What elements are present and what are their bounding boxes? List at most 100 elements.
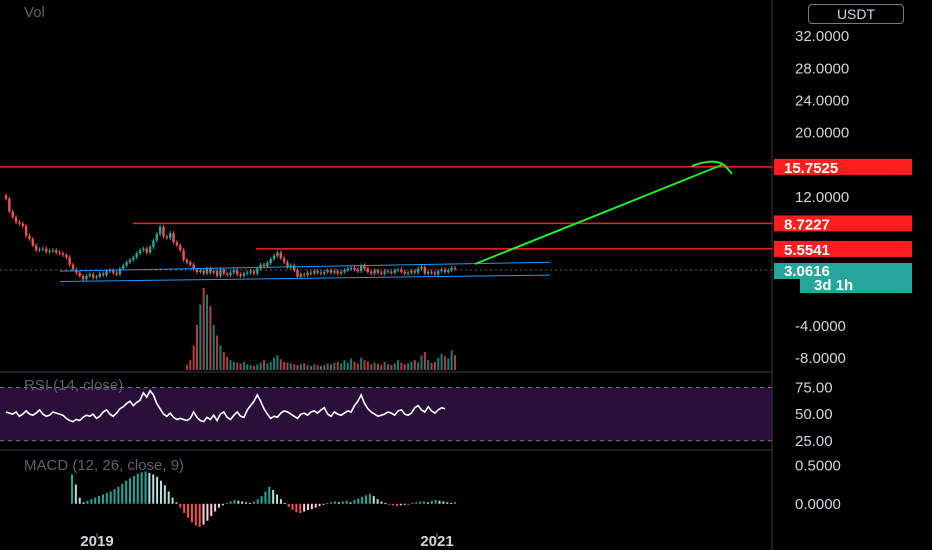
volume-bar xyxy=(226,356,229,370)
candle-body xyxy=(349,267,353,269)
volume-bar xyxy=(343,360,346,370)
macd-bar xyxy=(295,503,298,513)
macd-bar xyxy=(94,497,97,504)
rsi-axis-ticks: 75.00 50.00 25.00 xyxy=(795,379,833,449)
price-tick-label: 20.0000 xyxy=(795,125,849,142)
candle-body xyxy=(413,271,416,273)
rsi-tick-label: 75.00 xyxy=(795,379,833,396)
candle-body xyxy=(8,198,11,212)
macd-bar xyxy=(268,486,271,504)
macd-bar xyxy=(403,503,406,505)
candle-body xyxy=(165,236,169,239)
macd-bar xyxy=(190,503,193,523)
level-tag-label: 8.7227 xyxy=(784,216,830,233)
arrow-head xyxy=(691,160,733,175)
macd-bar xyxy=(384,503,387,505)
candle-body xyxy=(195,269,199,272)
candle-body xyxy=(31,238,35,246)
macd-bar xyxy=(434,499,437,504)
macd-bar xyxy=(411,503,414,505)
macd-bar xyxy=(419,501,422,504)
volume-bar xyxy=(450,350,453,370)
currency-selector[interactable]: USDT xyxy=(808,4,904,24)
macd-bar xyxy=(225,503,228,505)
volume-bar xyxy=(393,363,396,370)
price-tick-label: 24.0000 xyxy=(795,93,849,110)
candle-body xyxy=(296,270,299,277)
macd-bar xyxy=(341,501,344,504)
candle-body xyxy=(242,273,246,276)
candle-body xyxy=(353,267,356,270)
volume-bar xyxy=(373,362,376,370)
candle-body xyxy=(152,240,155,247)
volume-bar xyxy=(380,365,383,370)
macd-bar xyxy=(202,503,205,525)
candle-body xyxy=(185,259,189,263)
volume-bar xyxy=(350,358,353,370)
candle-body xyxy=(306,272,309,276)
macd-bar xyxy=(163,485,166,504)
volume-bar xyxy=(216,335,219,370)
macd-bar xyxy=(334,501,337,504)
candle-body xyxy=(437,271,440,275)
volume-bar xyxy=(303,363,306,370)
volume-bar xyxy=(356,363,359,370)
candle-body xyxy=(292,265,296,271)
candle-body xyxy=(440,269,443,272)
candle-body xyxy=(58,252,61,254)
candle-body xyxy=(393,270,396,273)
macd-bar xyxy=(337,502,340,504)
macd-bar xyxy=(159,480,162,504)
volume-bar xyxy=(397,360,400,370)
candle-body xyxy=(125,262,128,266)
candle-body xyxy=(309,272,313,274)
price-tick-label: -4.0000 xyxy=(795,318,846,335)
candle-body xyxy=(396,269,400,271)
macd-bar xyxy=(345,500,348,504)
volume-bar xyxy=(413,360,416,370)
candle-body xyxy=(299,274,303,277)
candle-body xyxy=(202,270,205,274)
candle-body xyxy=(61,253,65,255)
macd-bar xyxy=(392,503,395,506)
volume-bar xyxy=(336,361,339,370)
candle-body xyxy=(326,270,329,272)
volume-bar xyxy=(202,288,205,370)
volume-bar xyxy=(437,357,440,370)
horizontal-levels[interactable] xyxy=(0,166,772,250)
macd-title: MACD (12, 26, close, 9) xyxy=(24,457,184,474)
macd-bar xyxy=(276,494,279,504)
macd-bar xyxy=(357,498,360,504)
volume-bar xyxy=(326,363,329,370)
macd-tick-label: 0.0000 xyxy=(795,496,841,513)
candle-body xyxy=(179,245,182,251)
candle-body xyxy=(48,250,51,252)
candle-body xyxy=(14,217,18,222)
volume-bar xyxy=(269,361,272,370)
trend-channel[interactable] xyxy=(59,261,551,283)
candle-body xyxy=(4,195,8,199)
candle-body xyxy=(450,267,453,271)
candle-body xyxy=(215,271,219,276)
candle-body xyxy=(246,272,249,274)
macd-bar xyxy=(140,472,143,504)
volume-bar xyxy=(316,365,319,370)
candle-body xyxy=(406,272,410,274)
candle-body xyxy=(18,222,21,224)
candle-body xyxy=(199,270,202,272)
macd-bar xyxy=(113,489,116,504)
candle-body xyxy=(205,268,209,274)
level-tag-label: 5.5541 xyxy=(784,242,830,259)
candle-body xyxy=(219,269,222,276)
macd-bar xyxy=(156,476,159,504)
candle-body xyxy=(286,262,289,268)
macd-bar xyxy=(136,473,139,504)
volume-bar xyxy=(229,360,232,370)
candle-body xyxy=(78,272,81,276)
candle-body xyxy=(236,270,239,275)
candle-body xyxy=(68,257,71,265)
trading-chart[interactable]: 32.0000 28.0000 24.0000 20.0000 12.0000 -4.00… xyxy=(0,0,932,550)
candle-body xyxy=(115,272,118,275)
volume-bar xyxy=(239,363,242,370)
macd-bar xyxy=(233,499,236,504)
